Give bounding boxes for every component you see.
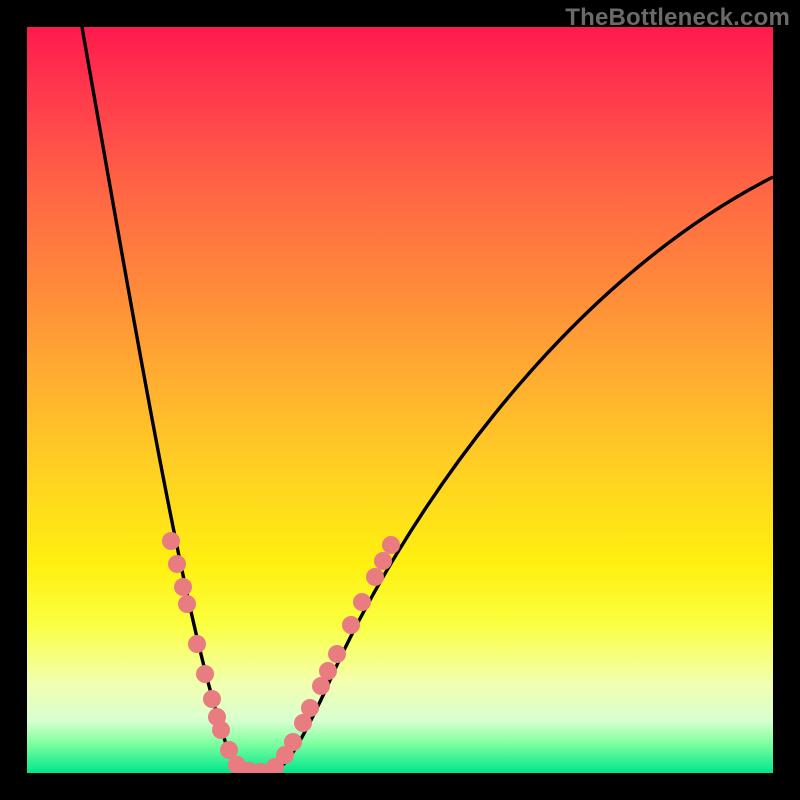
chart-curve <box>82 27 773 772</box>
chart-marker <box>168 555 186 573</box>
chart-marker <box>319 662 337 680</box>
watermark-text: TheBottleneck.com <box>565 4 790 32</box>
chart-marker <box>196 665 214 683</box>
chart-marker <box>178 595 196 613</box>
chart-marker <box>342 616 360 634</box>
chart-marker <box>382 536 400 554</box>
chart-svg <box>27 27 773 773</box>
chart-plot-area <box>27 27 773 773</box>
chart-marker <box>328 645 346 663</box>
chart-marker <box>284 733 302 751</box>
chart-markers <box>162 532 400 773</box>
chart-marker <box>203 690 221 708</box>
chart-marker <box>353 593 371 611</box>
chart-marker <box>174 578 192 596</box>
chart-marker <box>366 568 384 586</box>
chart-marker <box>374 552 392 570</box>
chart-marker <box>188 635 206 653</box>
chart-marker <box>212 721 230 739</box>
chart-marker <box>301 699 319 717</box>
chart-marker <box>162 532 180 550</box>
